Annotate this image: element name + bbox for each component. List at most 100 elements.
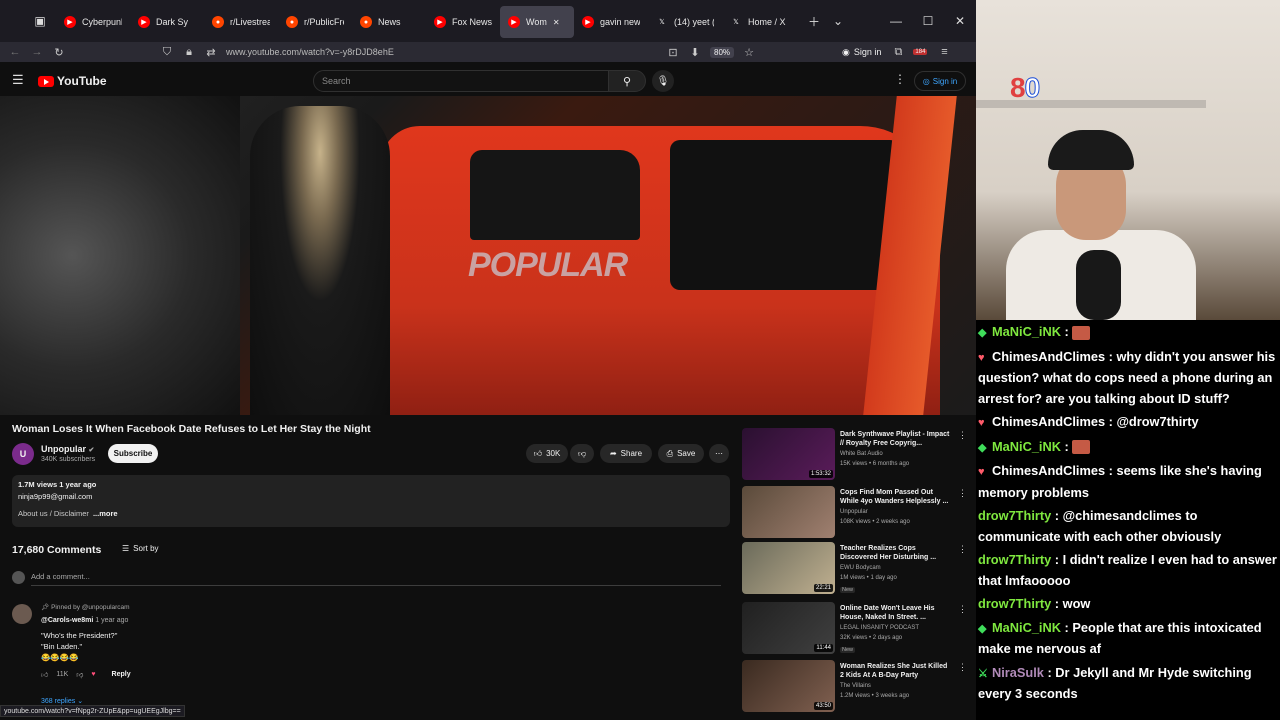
- picture-icon[interactable]: ⊡: [662, 46, 684, 59]
- reload-icon[interactable]: ↻: [48, 46, 70, 59]
- view-replies-button[interactable]: 368 replies ⌄: [41, 697, 83, 705]
- chat-badge-icon: ⚔: [978, 667, 988, 680]
- related-video-title[interactable]: Woman Realizes She Just Killed 2 Kids At…: [840, 662, 952, 680]
- related-video-item[interactable]: Cops Find Mom Passed Out While 4yo Wande…: [742, 486, 967, 542]
- video-thumbnail[interactable]: 43:50: [742, 660, 835, 712]
- more-options-icon[interactable]: ⋮: [958, 544, 967, 555]
- extensions-icon[interactable]: ⧉: [887, 46, 909, 59]
- related-video-title[interactable]: Online Date Won't Leave His House, Naked…: [840, 604, 952, 622]
- more-options-icon[interactable]: ⋮: [958, 604, 967, 615]
- heart-badge-icon: ♥: [978, 466, 985, 478]
- related-video-title[interactable]: Cops Find Mom Passed Out While 4yo Wande…: [840, 488, 952, 506]
- comment-reply-button[interactable]: Reply: [112, 671, 131, 678]
- share-button[interactable]: ➦ Share: [600, 444, 652, 463]
- related-video-channel[interactable]: The Villains: [840, 683, 871, 689]
- channel-name[interactable]: Unpopular ✔: [41, 444, 94, 454]
- related-video-title[interactable]: Dark Synthwave Playlist - Impact // Roya…: [840, 430, 952, 448]
- more-actions-button[interactable]: ⋯: [709, 444, 729, 463]
- browser-tab[interactable]: ▶ Cyberpunk: [56, 6, 130, 38]
- extension-badge[interactable]: 184: [913, 49, 928, 55]
- chat-separator: :: [1051, 596, 1063, 611]
- more-options-icon[interactable]: ⋮: [958, 430, 967, 441]
- browser-tab[interactable]: ● News: [352, 6, 426, 38]
- browser-sign-in-label: Sign in: [853, 47, 882, 57]
- browser-tab[interactable]: ▶ Dark Sy: [130, 6, 204, 38]
- browser-tab[interactable]: ▶ gavin newso: [574, 6, 648, 38]
- chevron-down-icon[interactable]: ⌄: [826, 9, 850, 33]
- related-video-item[interactable]: 11:44 Online Date Won't Leave His House, …: [742, 602, 967, 658]
- chat-separator: :: [1060, 324, 1073, 339]
- browser-tab[interactable]: 𝕏 (14) yeet (@: [648, 6, 722, 38]
- chat-separator: :: [1060, 438, 1073, 454]
- shield-icon[interactable]: ⛉: [156, 46, 178, 59]
- related-video-item[interactable]: 1:53:32 Dark Synthwave Playlist - Impact …: [742, 428, 967, 484]
- related-video-channel[interactable]: Unpopular: [840, 509, 868, 515]
- chat-message: ◆ MaNiC_iNK :: [978, 437, 1278, 459]
- video-thumbnail[interactable]: 22:21: [742, 542, 835, 594]
- save-page-icon[interactable]: ⬇: [684, 46, 706, 59]
- sort-by-button[interactable]: ☰ Sort by: [122, 544, 159, 553]
- x-icon: 𝕏: [733, 19, 739, 26]
- related-video-item[interactable]: 43:50 Woman Realizes She Just Killed 2 Ki…: [742, 660, 967, 716]
- lock-icon[interactable]: 🔒︎: [178, 46, 200, 59]
- chat-emote: [1072, 325, 1091, 340]
- related-video-channel[interactable]: LEGAL INSANITY PODCAST: [840, 625, 919, 631]
- bookmark-star-icon[interactable]: ☆: [738, 46, 760, 59]
- video-thumbnail[interactable]: 1:53:32: [742, 428, 835, 480]
- save-button[interactable]: ⎙ Save: [658, 444, 704, 463]
- related-video-item[interactable]: 22:21 Teacher Realizes Cops Discovered He…: [742, 542, 967, 598]
- hamburger-menu-icon[interactable]: ☰: [12, 72, 24, 88]
- dislike-button[interactable]: 👎︎: [570, 444, 594, 463]
- more-options-icon[interactable]: ⋮: [958, 488, 967, 499]
- comments-count: 17,680 Comments: [12, 544, 102, 556]
- forward-icon[interactable]: →: [26, 46, 48, 58]
- comment-author-avatar[interactable]: [12, 604, 32, 624]
- related-video-channel[interactable]: White Bat Audio: [840, 451, 883, 457]
- related-video-title[interactable]: Teacher Realizes Cops Discovered Her Dis…: [840, 544, 952, 562]
- browser-tab[interactable]: ● r/Livestream: [204, 6, 278, 38]
- search-icon[interactable]: ⚲: [608, 70, 646, 92]
- browser-tab[interactable]: ▶ Fox News -: [426, 6, 500, 38]
- microphone-icon[interactable]: 🎙︎: [652, 70, 674, 92]
- youtube-logo[interactable]: YouTube: [38, 74, 107, 88]
- close-window-icon[interactable]: ✕: [948, 9, 972, 33]
- back-icon[interactable]: ←: [4, 46, 26, 58]
- heart-badge-icon: ♥: [978, 417, 985, 429]
- zoom-level[interactable]: 80%: [710, 46, 735, 58]
- related-video-views: 15K views • 6 months ago: [840, 461, 910, 467]
- more-options-icon[interactable]: ⋮: [894, 72, 906, 86]
- comment-dislike-icon[interactable]: 👎︎: [76, 670, 83, 679]
- comment-like-icon[interactable]: 👍︎: [41, 670, 48, 679]
- url-field[interactable]: www.youtube.com/watch?v=-y8rDJD8ehE: [226, 47, 606, 57]
- description-box[interactable]: 1.7M views 1 year ago ninja9p99@gmail.co…: [12, 475, 730, 527]
- more-options-icon[interactable]: ⋮: [958, 662, 967, 673]
- maximize-icon[interactable]: ☐: [916, 9, 940, 33]
- youtube-sign-in-button[interactable]: ◎ Sign in: [914, 71, 966, 91]
- tab-bar: ▣ ▶ Cyberpunk ▶ Dark Sy ● r/Livestream ● r/Publ…: [0, 0, 976, 42]
- app-menu-icon[interactable]: ≡: [933, 46, 955, 58]
- webcam-streamer-cap: [1048, 130, 1134, 170]
- browser-tab[interactable]: ▶ Wom ✕: [500, 6, 574, 38]
- description-more-link[interactable]: ...more: [93, 509, 118, 518]
- description-email: ninja9p99@gmail.com: [18, 492, 93, 501]
- tab-overview-icon[interactable]: ▣: [28, 9, 52, 33]
- search-input[interactable]: Search: [313, 70, 609, 92]
- video-player[interactable]: POPULAR: [0, 96, 976, 415]
- add-comment-input[interactable]: Add a comment...: [31, 572, 721, 586]
- close-tab-icon[interactable]: ✕: [553, 18, 560, 27]
- subscribe-button[interactable]: Subscribe: [108, 444, 158, 463]
- browser-tab[interactable]: ● r/PublicFre: [278, 6, 352, 38]
- account-sign-in[interactable]: ◉ Sign in: [842, 47, 881, 58]
- video-thumbnail[interactable]: 11:44: [742, 602, 835, 654]
- like-button[interactable]: 👍︎ 30K: [526, 444, 568, 463]
- minimize-icon[interactable]: —: [884, 9, 908, 33]
- new-tab-icon[interactable]: ＋: [802, 9, 826, 33]
- video-thumbnail[interactable]: [742, 486, 835, 538]
- permissions-icon[interactable]: ⇄: [200, 46, 222, 59]
- comment-author[interactable]: @Carols-we8mi 1 year ago: [41, 617, 128, 624]
- browser-tab[interactable]: 𝕏 Home / X: [722, 6, 796, 38]
- channel-avatar[interactable]: U: [12, 443, 34, 465]
- related-video-views: 32K views • 2 days ago: [840, 635, 903, 641]
- related-video-channel[interactable]: EWU Bodycam: [840, 565, 881, 571]
- chat-badge-icon: ◆: [978, 441, 987, 454]
